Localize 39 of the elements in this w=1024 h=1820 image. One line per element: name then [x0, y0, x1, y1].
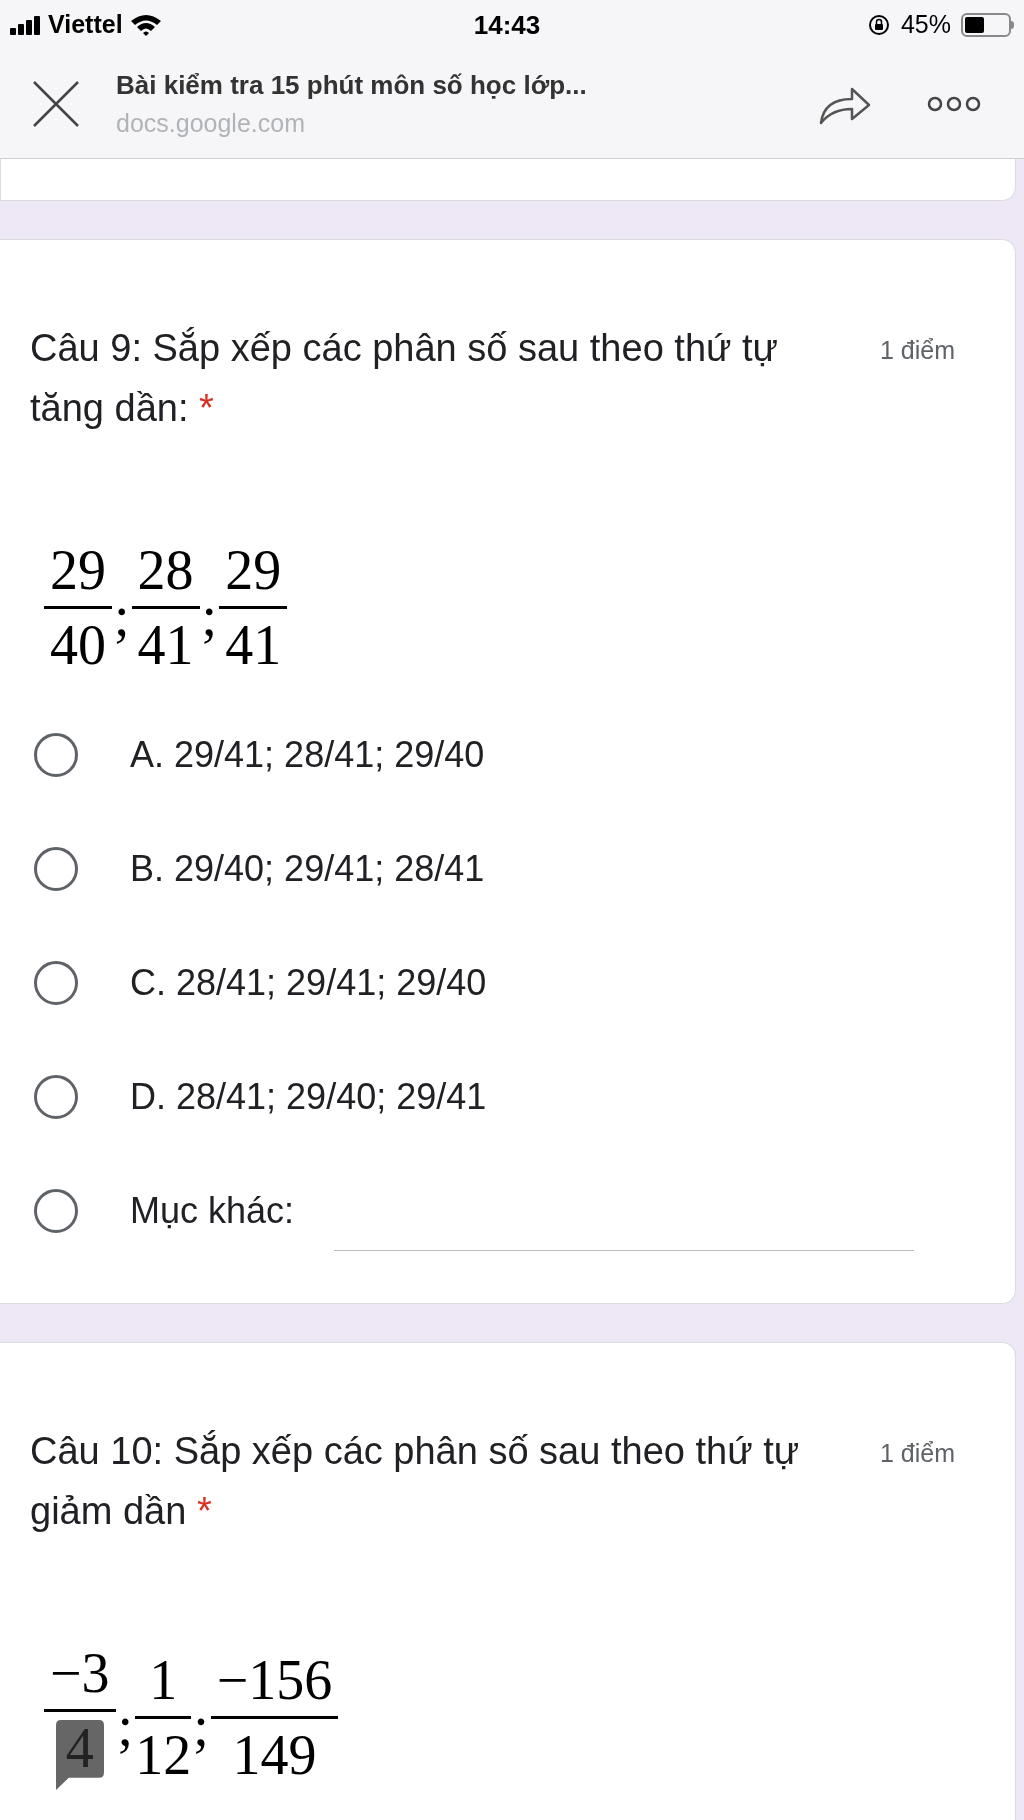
fraction-denominator: 41: [137, 617, 194, 673]
fraction-numerator: 1: [148, 1652, 179, 1708]
separator: ;: [117, 1697, 134, 1754]
separator: ;: [201, 587, 218, 644]
page-title: Bài kiểm tra 15 phút môn số học lớp...: [116, 68, 588, 102]
radio-button[interactable]: [34, 961, 78, 1005]
fraction-numerator: −3: [49, 1645, 111, 1701]
battery-icon: [961, 13, 1014, 37]
comment-badge[interactable]: 4: [55, 1720, 104, 1790]
option-label: A. 29/41; 28/41; 29/40: [130, 733, 485, 777]
carrier-name: Viettel: [48, 9, 123, 41]
fraction-numerator: −156: [215, 1652, 334, 1708]
fraction-numerator: 29: [224, 542, 283, 598]
signal-icon: [10, 15, 42, 35]
option-label: D. 28/41; 29/40; 29/41: [130, 1075, 487, 1119]
radio-button[interactable]: [34, 1189, 78, 1233]
rotation-lock-icon: [866, 13, 891, 37]
fraction-denominator: 12: [135, 1727, 192, 1783]
option-label: Mục khác:: [130, 1189, 295, 1233]
question-title: Câu 10: Sắp xếp các phân số sau theo thứ tự giảm dần *: [30, 1429, 801, 1534]
option-label: B. 29/40; 29/41; 28/41: [130, 847, 485, 891]
fraction-denominator: 149: [232, 1727, 317, 1783]
clock-time: 14:43: [473, 8, 541, 42]
separator: ;: [193, 1697, 209, 1754]
more-icon[interactable]: [926, 95, 982, 113]
radio-button[interactable]: [34, 847, 78, 891]
fraction-denominator: 40: [50, 617, 106, 673]
option-label: C. 28/41; 29/41; 29/40: [130, 961, 487, 1005]
fraction-numerator: 28: [136, 542, 195, 598]
question-title: Câu 9: Sắp xếp các phân số sau theo thứ tự tăng dần: *: [30, 326, 779, 431]
battery-percent: 45%: [900, 9, 951, 41]
separator: ;: [114, 587, 130, 644]
points-label: 1 điểm: [879, 335, 955, 366]
radio-button[interactable]: [34, 1075, 78, 1119]
fraction-denominator: 41: [225, 617, 282, 673]
fraction-numerator: 29: [49, 542, 107, 598]
radio-button[interactable]: [34, 733, 78, 777]
page-url: docs.google.com: [116, 107, 306, 139]
points-label: 1 điểm: [879, 1438, 955, 1469]
